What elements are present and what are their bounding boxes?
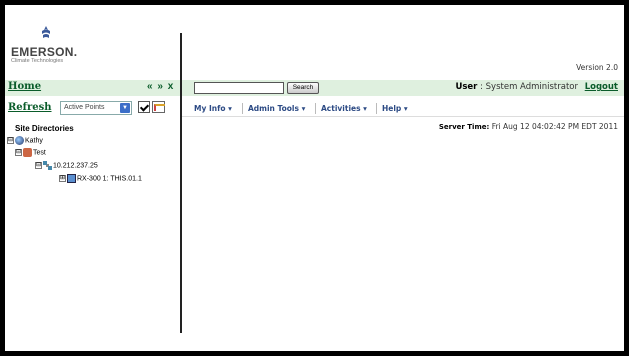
user-name: System Administrator <box>485 82 578 92</box>
checkbox-icon[interactable] <box>138 101 150 113</box>
close-pane-button[interactable]: x <box>168 81 174 92</box>
emerson-emblem-icon <box>42 26 50 38</box>
collapse-icon[interactable]: ⊟ <box>15 149 22 156</box>
menu-admin-tools[interactable]: Admin Tools ▾ <box>248 104 305 113</box>
search-button[interactable]: Search <box>287 82 319 94</box>
graph-icon[interactable] <box>152 101 165 113</box>
menu-bar: My Info ▾ Admin Tools ▾ Activities ▾ Hel… <box>182 101 624 117</box>
search-input[interactable] <box>194 82 284 94</box>
chevron-down-icon[interactable]: ▼ <box>120 103 130 113</box>
menu-divider <box>315 103 316 114</box>
app-window: EMERSON. Climate Technologies Home « » x… <box>5 5 624 351</box>
tree-node-label[interactable]: RX-300 1: THIS.01.1 <box>77 175 142 182</box>
points-filter-value: Active Points <box>64 104 105 111</box>
device-icon <box>67 174 76 183</box>
tree-node-label[interactable]: 10.212.237.25 <box>53 162 98 169</box>
user-info: User : System Administrator Logout <box>455 82 618 92</box>
logout-link[interactable]: Logout <box>585 82 618 92</box>
user-separator: : <box>480 82 483 92</box>
menu-my-info[interactable]: My Info ▾ <box>194 104 232 113</box>
left-pane: EMERSON. Climate Technologies Home « » x… <box>5 5 180 351</box>
server-time-label: Server Time: <box>438 123 490 131</box>
home-link[interactable]: Home <box>8 81 41 92</box>
refresh-link[interactable]: Refresh <box>8 102 52 113</box>
network-icon <box>43 161 52 170</box>
menu-help[interactable]: Help ▾ <box>382 104 408 113</box>
menu-activities[interactable]: Activities ▾ <box>321 104 367 113</box>
top-bar: Search User : System Administrator Logou… <box>182 80 624 96</box>
tree-node-label[interactable]: Test <box>33 149 46 156</box>
menu-divider <box>376 103 377 114</box>
site-directories-title: Site Directories <box>15 124 74 133</box>
globe-icon <box>15 136 24 145</box>
logo-wordmark: EMERSON. <box>11 45 78 59</box>
home-bar: Home « » x <box>5 80 180 96</box>
menu-divider <box>242 103 243 114</box>
points-filter-select[interactable]: Active Points ▼ <box>60 101 132 115</box>
version-label: Version 2.0 <box>576 63 618 72</box>
collapse-icon[interactable]: ⊟ <box>35 162 42 169</box>
collapse-left-button[interactable]: « <box>147 81 153 92</box>
collapse-icon[interactable]: ⊟ <box>7 137 14 144</box>
tree-node-label[interactable]: Kathy <box>25 137 43 144</box>
emerson-logo: EMERSON. Climate Technologies <box>11 25 91 69</box>
pane-nav-buttons: « » x <box>145 81 173 92</box>
tree-node-kathy[interactable]: ⊟ Kathy <box>7 136 43 146</box>
logo-subtitle: Climate Technologies <box>11 58 64 64</box>
expand-right-button[interactable]: » <box>157 81 163 92</box>
tree-node-device[interactable]: ⊞ RX-300 1: THIS.01.1 <box>59 174 142 184</box>
tree-node-ip[interactable]: ⊟ 10.212.237.25 <box>35 161 98 171</box>
expand-icon[interactable]: ⊞ <box>59 175 66 182</box>
site-icon <box>23 148 32 157</box>
tree-node-test[interactable]: ⊟ Test <box>15 148 46 158</box>
user-label: User <box>455 82 478 92</box>
server-time-value: Fri Aug 12 04:02:42 PM EDT 2011 <box>491 122 618 131</box>
main-pane: Version 2.0 Search User : System Adminis… <box>182 5 624 351</box>
refresh-row: Refresh Active Points ▼ <box>5 101 180 117</box>
server-time: Server Time: Fri Aug 12 04:02:42 PM EDT … <box>439 122 618 131</box>
